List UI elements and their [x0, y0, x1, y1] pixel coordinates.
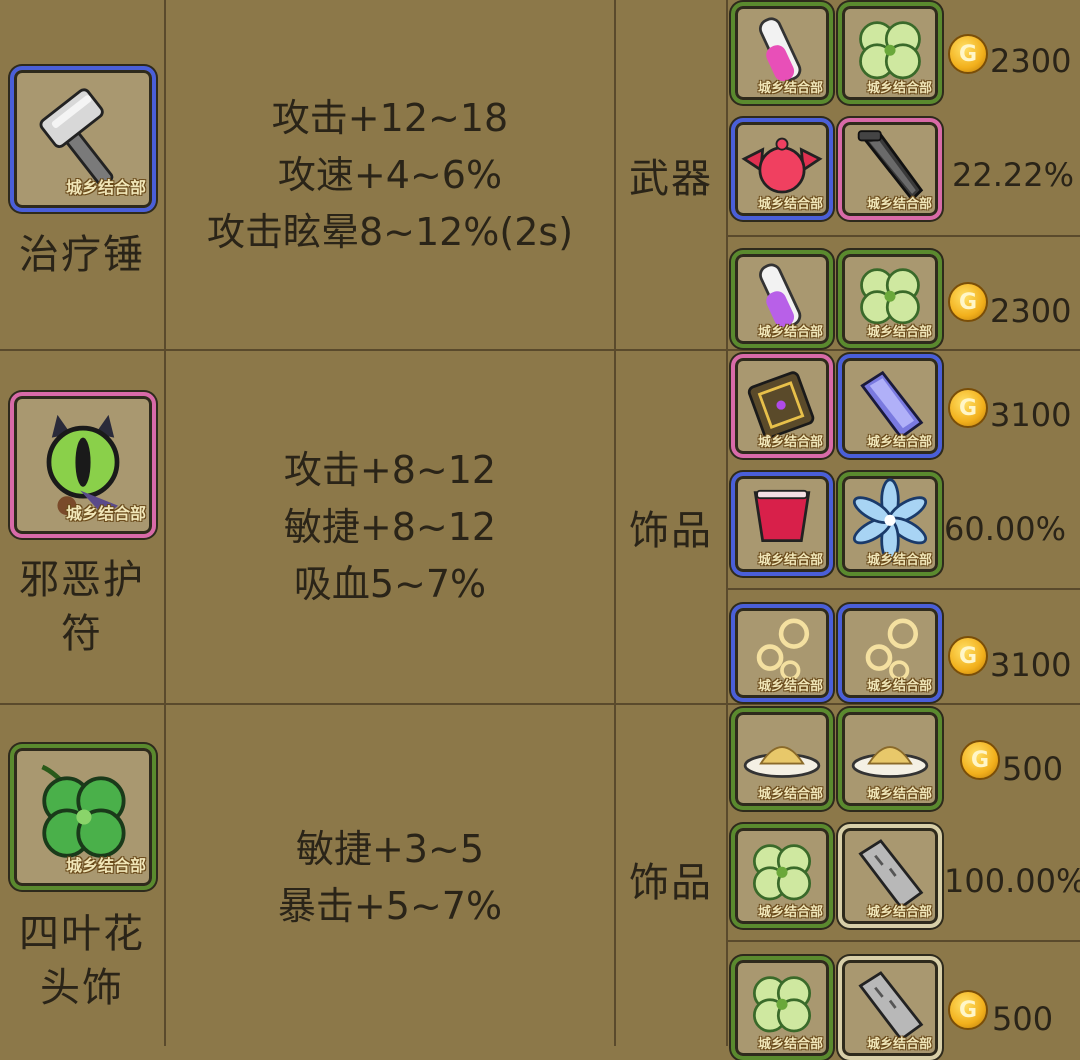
gold-cost: 2300	[990, 42, 1072, 80]
item-name-line: 治疗锤	[19, 232, 145, 278]
clover-icon[interactable]: 城乡结合部	[731, 824, 833, 928]
stat-line: 攻速+4~6%	[277, 152, 503, 197]
watermark-text: 城乡结合部	[65, 856, 146, 875]
stat-line: 暴击+5~7%	[277, 884, 503, 928]
column-divider	[726, 0, 728, 1046]
gold-cost: 500	[992, 1000, 1054, 1038]
stat-line: 敏捷+3~5	[295, 827, 485, 871]
success-rate: 22.22%	[952, 156, 1075, 194]
item-name-line: 头饰	[40, 965, 124, 1011]
watermark-text: 城乡结合部	[65, 178, 146, 197]
recipe-divider	[728, 588, 1080, 590]
watermark-text: 城乡结合部	[866, 1037, 932, 1052]
recipe-divider	[728, 235, 1080, 237]
slot-type: 武器	[629, 156, 713, 202]
stat-line: 攻击+8~12	[283, 447, 497, 492]
stat-line: 敏捷+8~12	[283, 504, 497, 549]
watermark-text: 城乡结合部	[757, 679, 823, 694]
watermark-text: 城乡结合部	[757, 553, 823, 568]
row-divider	[0, 349, 1080, 351]
watermark-text: 城乡结合部	[866, 679, 932, 694]
powder-plate-icon[interactable]: 城乡结合部	[838, 708, 942, 810]
crystal-bar-icon[interactable]: 城乡结合部	[838, 354, 942, 458]
item-name: 四叶花 头饰	[0, 906, 164, 1016]
four-leaf-clover-icon[interactable]: 城乡结合部	[10, 744, 156, 890]
stat-line: 攻击眩晕8~12%(2s)	[206, 209, 574, 254]
item-name-line: 邪恶护	[19, 557, 145, 603]
gold-coin-icon: G	[948, 636, 988, 676]
clover-icon[interactable]: 城乡结合部	[731, 956, 833, 1060]
gold-coin-icon: G	[948, 282, 988, 322]
red-goblet-icon[interactable]: 城乡结合部	[731, 472, 833, 576]
watermark-text: 城乡结合部	[866, 435, 932, 450]
purple-potion-icon[interactable]: 城乡结合部	[731, 250, 833, 348]
dark-blade-icon[interactable]: 城乡结合部	[838, 118, 942, 220]
stat-line: 吸血5~7%	[293, 561, 487, 606]
item-stats: 敏捷+3~5 暴击+5~7%	[166, 818, 614, 938]
golden-bubbles-icon[interactable]: 城乡结合部	[838, 604, 942, 702]
gold-coin-icon: G	[948, 990, 988, 1030]
stone-slab-icon[interactable]: 城乡结合部	[838, 824, 942, 928]
item-name-line: 符	[61, 611, 103, 657]
golden-bubbles-icon[interactable]: 城乡结合部	[731, 604, 833, 702]
watermark-text: 城乡结合部	[757, 81, 823, 96]
success-rate: 100.00%	[944, 862, 1080, 900]
watermark-text: 城乡结合部	[757, 905, 823, 920]
watermark-text: 城乡结合部	[65, 504, 146, 523]
ice-flower-icon[interactable]: 城乡结合部	[838, 472, 942, 576]
watermark-text: 城乡结合部	[866, 325, 932, 340]
watermark-text: 城乡结合部	[866, 197, 932, 212]
clover-icon[interactable]: 城乡结合部	[838, 250, 942, 348]
item-stats: 攻击+12~18 攻速+4~6% 攻击眩晕8~12%(2s)	[166, 60, 614, 290]
watermark-text: 城乡结合部	[757, 435, 823, 450]
watermark-text: 城乡结合部	[757, 787, 823, 802]
hammer-icon[interactable]: 城乡结合部	[10, 66, 156, 212]
gold-cost: 3100	[990, 396, 1072, 434]
slot-type: 饰品	[629, 508, 713, 554]
item-name: 邪恶护 符	[0, 552, 164, 662]
evil-eye-amulet-icon[interactable]: 城乡结合部	[10, 392, 156, 538]
clover-icon[interactable]: 城乡结合部	[838, 2, 942, 104]
watermark-text: 城乡结合部	[757, 1037, 823, 1052]
item-stats: 攻击+8~12 敏捷+8~12 吸血5~7%	[166, 412, 614, 642]
watermark-text: 城乡结合部	[866, 787, 932, 802]
slot-type: 饰品	[629, 860, 713, 906]
powder-plate-icon[interactable]: 城乡结合部	[731, 708, 833, 810]
watermark-text: 城乡结合部	[866, 553, 932, 568]
stone-slab-icon[interactable]: 城乡结合部	[838, 956, 942, 1060]
gold-cost: 2300	[990, 292, 1072, 330]
watermark-text: 城乡结合部	[757, 325, 823, 340]
watermark-text: 城乡结合部	[866, 905, 932, 920]
pink-potion-icon[interactable]: 城乡结合部	[731, 2, 833, 104]
gold-coin-icon: G	[948, 34, 988, 74]
item-name: 治疗锤	[0, 220, 164, 290]
gold-coin-icon: G	[948, 388, 988, 428]
watermark-text: 城乡结合部	[757, 197, 823, 212]
gold-coin-icon: G	[960, 740, 1000, 780]
success-rate: 60.00%	[944, 510, 1067, 548]
item-name-line: 四叶花	[19, 911, 145, 957]
watermark-text: 城乡结合部	[866, 81, 932, 96]
magic-book-icon[interactable]: 城乡结合部	[731, 354, 833, 458]
red-demon-icon[interactable]: 城乡结合部	[731, 118, 833, 220]
gold-cost: 3100	[990, 646, 1072, 684]
recipe-divider	[728, 940, 1080, 942]
row-divider	[0, 703, 1080, 705]
stat-line: 攻击+12~18	[271, 95, 509, 140]
gold-cost: 500	[1002, 750, 1064, 788]
